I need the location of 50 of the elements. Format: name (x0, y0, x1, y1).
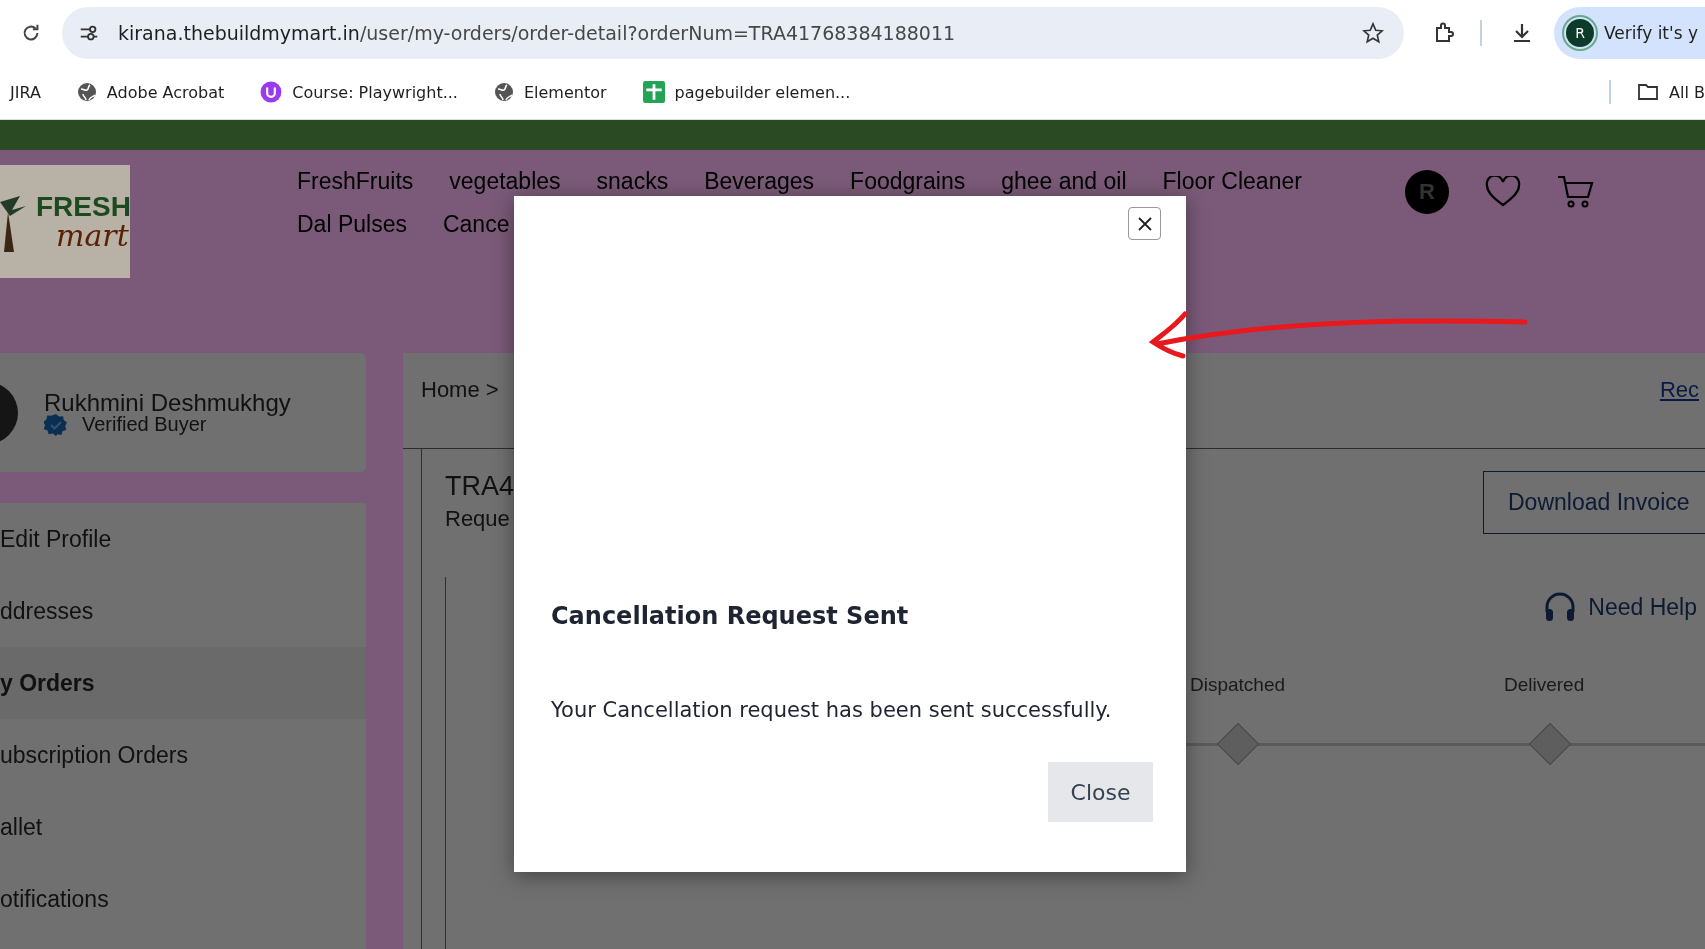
globe-icon (493, 82, 514, 102)
buyer-status: Verified Buyer (82, 413, 207, 436)
sidebar-item[interactable]: y Orders (0, 647, 366, 719)
sidebar-item[interactable]: Edit Profile (0, 503, 366, 575)
sidebar-item[interactable]: ddresses (0, 575, 366, 647)
sidebar-item[interactable]: allet (0, 791, 366, 863)
all-bookmarks-folder[interactable]: All B (1637, 82, 1705, 102)
corner-link[interactable]: Rec (1659, 377, 1699, 403)
bookmark[interactable]: Elementor (493, 82, 607, 102)
user-name: Rukhmini Deshmukhgy (44, 388, 291, 416)
plus-sheet-icon (642, 81, 665, 103)
step-label: Delivered (1504, 674, 1585, 695)
nav-link[interactable]: Dal Pulses (297, 211, 407, 238)
headphones-icon (1544, 592, 1577, 622)
nav-link[interactable]: Beverages (704, 168, 815, 195)
bookmark[interactable]: pagebuilder elemen... (642, 81, 851, 103)
close-icon-button[interactable] (1128, 207, 1161, 240)
download-invoice-button[interactable]: Download Invoice (1483, 471, 1705, 534)
sidebar-item[interactable]: ubscription Orders (0, 719, 366, 791)
order-status: Reque (445, 506, 511, 532)
nav-link[interactable]: ghee and oil (1001, 168, 1127, 195)
close-icon (1136, 215, 1153, 232)
nav-link[interactable]: FreshFruits (297, 168, 414, 195)
profile-button[interactable]: R Verify it's y (1554, 6, 1705, 59)
step-label: Dispatched (1190, 674, 1286, 695)
bookmark[interactable]: Adobe Acrobat (76, 82, 225, 102)
store-logo[interactable]: FRESH mart (0, 165, 130, 278)
cart-icon[interactable] (1557, 174, 1595, 210)
nav-link[interactable]: Floor Cleaner (1162, 168, 1302, 195)
breadcrumb[interactable]: Home > (421, 377, 499, 403)
need-help-link[interactable]: Need Help (1544, 592, 1697, 622)
address-bar[interactable]: kirana.thebuildmymart.in/user/my-orders/order-detail?orderNum=TRA41768384188011 (62, 6, 1404, 59)
nav-link[interactable]: Cance (442, 211, 510, 238)
globe-icon (76, 82, 97, 102)
bookmark[interactable]: JIRA (10, 82, 41, 102)
dialog-message: Your Cancellation request has been sent successfully. (551, 698, 1113, 722)
dialog-title: Cancellation Request Sent (551, 602, 910, 630)
u-logo-icon (260, 81, 283, 103)
bookmark[interactable]: Course: Playwright... (260, 81, 458, 103)
nav-link[interactable]: snacks (596, 168, 669, 195)
verified-badge-icon (44, 412, 68, 437)
order-number: TRA4 (445, 471, 515, 502)
folder-icon (1637, 82, 1660, 102)
nav-link[interactable]: Foodgrains (850, 168, 966, 195)
sidebar-item[interactable]: otifications (0, 863, 366, 935)
nav-link[interactable]: vegetables (449, 168, 561, 195)
close-button[interactable]: Close (1048, 762, 1153, 822)
url-text: kirana.thebuildmymart.in/user/my-orders/order-detail?orderNum=TRA41768384188011 (118, 21, 957, 44)
heart-icon[interactable] (1485, 176, 1521, 208)
star-icon[interactable] (1362, 21, 1384, 44)
